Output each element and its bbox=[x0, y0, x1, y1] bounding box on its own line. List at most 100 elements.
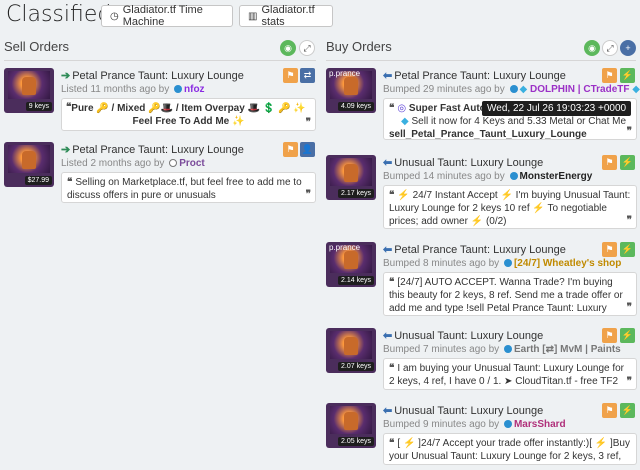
quote-icon: ❝ bbox=[66, 102, 72, 113]
expand-icon[interactable]: ⤢ bbox=[299, 40, 315, 56]
listing-title[interactable]: ⬅ Unusual Taunt: Luxury Lounge bbox=[383, 404, 543, 417]
flag-icon[interactable]: ⚑ bbox=[602, 328, 617, 343]
user-link[interactable]: MarsShard bbox=[514, 419, 566, 430]
listing-message: ❝ I am buying your Unusual Taunt: Luxury … bbox=[383, 358, 637, 390]
flag-icon[interactable]: ⚑ bbox=[283, 68, 298, 83]
arrow-left-icon: ⬅ bbox=[383, 330, 393, 342]
item-thumbnail[interactable]: p.prance 4.09 keys bbox=[326, 68, 376, 113]
add-icon[interactable]: + bbox=[620, 40, 636, 56]
quote-icon: ❞ bbox=[305, 189, 311, 200]
user-link[interactable]: [24/7] Wheatley's shop bbox=[514, 258, 621, 269]
listing-message: ❝ Pure 🔑 / Mixed 🔑🎩 / Item Overpay 🎩 💲 🔑… bbox=[61, 98, 316, 131]
buy-listing: 2.17 keys ⬅ Unusual Taunt: Luxury Lounge … bbox=[326, 155, 638, 229]
user-link[interactable]: MonsterEnergy bbox=[520, 171, 593, 182]
stats-button[interactable]: ▥ Gladiator.tf stats bbox=[239, 4, 333, 28]
listing-meta: Listed 2 months ago by Proct bbox=[61, 158, 205, 169]
price-tag: 2.14 keys bbox=[338, 276, 374, 285]
swap-icon[interactable]: ⇄ bbox=[300, 68, 315, 83]
listing-meta: Bumped 7 minutes ago by Earth [⇄] MvM | … bbox=[383, 344, 621, 355]
listing-title[interactable]: ⬅ Unusual Taunt: Luxury Lounge bbox=[383, 329, 543, 342]
arrow-right-icon: ➔ bbox=[61, 70, 71, 82]
quote-icon: ❝ bbox=[67, 177, 73, 188]
eye-icon[interactable]: ◉ bbox=[584, 40, 600, 56]
add-friend-icon[interactable]: 👤 bbox=[300, 142, 315, 157]
price-tag: 2.07 keys bbox=[338, 362, 374, 371]
lightning-icon[interactable]: ⚡ bbox=[620, 328, 635, 343]
divider bbox=[4, 60, 316, 61]
lightning-icon[interactable]: ⚡ bbox=[620, 403, 635, 418]
item-thumbnail[interactable]: $27.99 bbox=[4, 142, 54, 187]
sell-listing: $27.99 ➔ Petal Prance Taunt: Luxury Loung… bbox=[4, 142, 316, 204]
item-thumbnail[interactable]: 2.05 keys bbox=[326, 403, 376, 448]
user-link[interactable]: nfoz bbox=[184, 84, 205, 95]
listing-title[interactable]: ⬅ Petal Prance Taunt: Luxury Lounge bbox=[383, 69, 566, 82]
buy-orders-title: Buy Orders bbox=[326, 39, 392, 54]
price-tag: 4.09 keys bbox=[338, 102, 374, 111]
price-tag: 2.05 keys bbox=[338, 437, 374, 446]
time-machine-label: Gladiator.tf Time Machine bbox=[122, 4, 203, 28]
listing-title[interactable]: ⬅ Unusual Taunt: Luxury Lounge bbox=[383, 156, 543, 169]
clock-icon: ◷ bbox=[110, 10, 119, 22]
avatar bbox=[503, 420, 512, 429]
bar-chart-icon: ▥ bbox=[248, 10, 258, 22]
price-tag: $27.99 bbox=[24, 176, 52, 185]
avatar bbox=[174, 85, 182, 94]
arrow-left-icon: ⬅ bbox=[383, 70, 393, 82]
listing-meta: Bumped 9 minutes ago by MarsShard bbox=[383, 419, 566, 430]
buy-listing: 2.05 keys ⬅ Unusual Taunt: Luxury Lounge … bbox=[326, 403, 638, 467]
sell-orders-title: Sell Orders bbox=[4, 39, 70, 54]
expand-icon[interactable]: ⤢ bbox=[602, 40, 618, 56]
quote-icon: ❝ bbox=[389, 277, 395, 288]
arrow-left-icon: ⬅ bbox=[383, 244, 393, 256]
listing-meta: Bumped 29 minutes ago by ◆ DOLPHIN | CTr… bbox=[383, 84, 640, 95]
lightning-icon[interactable]: ⚡ bbox=[620, 68, 635, 83]
quote-icon: ❝ bbox=[389, 103, 395, 114]
listing-message: ❝[ ⚡ ]24/7 Accept your trade offer insta… bbox=[383, 433, 637, 465]
user-link[interactable]: DOLPHIN | CTradeTF bbox=[530, 84, 629, 95]
flag-icon[interactable]: ⚑ bbox=[602, 403, 617, 418]
quote-icon: ❞ bbox=[626, 126, 632, 137]
avatar bbox=[503, 259, 512, 268]
arrow-left-icon: ⬅ bbox=[383, 405, 393, 417]
avatar bbox=[509, 172, 518, 181]
item-thumbnail[interactable]: 9 keys bbox=[4, 68, 54, 113]
user-link[interactable]: Earth [⇄] MvM | Paints bbox=[514, 344, 621, 355]
quote-icon: ❞ bbox=[626, 376, 632, 387]
price-tag: 2.17 keys bbox=[338, 189, 374, 198]
listing-title[interactable]: ➔ Petal Prance Taunt: Luxury Lounge bbox=[61, 69, 244, 82]
listing-message: ❝ [24/7] AUTO ACCEPT. Wanna Trade? I'm bu… bbox=[383, 272, 637, 316]
avatar bbox=[509, 85, 518, 94]
quote-icon: ❝ bbox=[389, 438, 395, 449]
buy-listing: p.prance 2.14 keys ⬅ Petal Prance Taunt: … bbox=[326, 242, 638, 316]
listing-meta: Bumped 14 minutes ago by MonsterEnergy bbox=[383, 171, 593, 182]
price-tag: 9 keys bbox=[25, 102, 52, 111]
stats-label: Gladiator.tf stats bbox=[261, 4, 315, 28]
quote-icon: ❞ bbox=[626, 302, 632, 313]
quote-icon: ❝ bbox=[389, 363, 395, 374]
user-link[interactable]: Proct bbox=[179, 158, 205, 169]
arrow-left-icon: ⬅ bbox=[383, 157, 393, 169]
flag-icon[interactable]: ⚑ bbox=[602, 242, 617, 257]
listing-title[interactable]: ⬅ Petal Prance Taunt: Luxury Lounge bbox=[383, 243, 566, 256]
eye-icon[interactable]: ◉ bbox=[280, 40, 296, 56]
item-thumbnail[interactable]: 2.07 keys bbox=[326, 328, 376, 373]
quote-icon: ❞ bbox=[626, 215, 632, 226]
time-machine-button[interactable]: ◷ Gladiator.tf Time Machine bbox=[101, 4, 233, 28]
buy-listing: 2.07 keys ⬅ Unusual Taunt: Luxury Lounge … bbox=[326, 328, 638, 390]
listing-meta: Listed 11 months ago by nfoz bbox=[61, 84, 205, 95]
quote-icon: ❝ bbox=[389, 190, 395, 201]
sell-listing: 9 keys ➔ Petal Prance Taunt: Luxury Loung… bbox=[4, 68, 316, 134]
item-thumbnail[interactable]: p.prance 2.14 keys bbox=[326, 242, 376, 287]
lightning-icon[interactable]: ⚡ bbox=[620, 242, 635, 257]
listing-title[interactable]: ➔ Petal Prance Taunt: Luxury Lounge bbox=[61, 143, 244, 156]
flag-icon[interactable]: ⚑ bbox=[602, 68, 617, 83]
flag-icon[interactable]: ⚑ bbox=[283, 142, 298, 157]
listing-meta: Bumped 8 minutes ago by [24/7] Wheatley'… bbox=[383, 258, 622, 269]
quote-icon: ❞ bbox=[305, 117, 311, 128]
timestamp-tooltip: Wed, 22 Jul 26 19:03:23 +0000 bbox=[482, 101, 632, 116]
lightning-icon[interactable]: ⚡ bbox=[620, 155, 635, 170]
item-thumbnail[interactable]: 2.17 keys bbox=[326, 155, 376, 200]
listing-message: ❝ Selling on Marketplace.tf, but feel fre… bbox=[61, 172, 316, 203]
flag-icon[interactable]: ⚑ bbox=[602, 155, 617, 170]
arrow-right-icon: ➔ bbox=[61, 144, 71, 156]
